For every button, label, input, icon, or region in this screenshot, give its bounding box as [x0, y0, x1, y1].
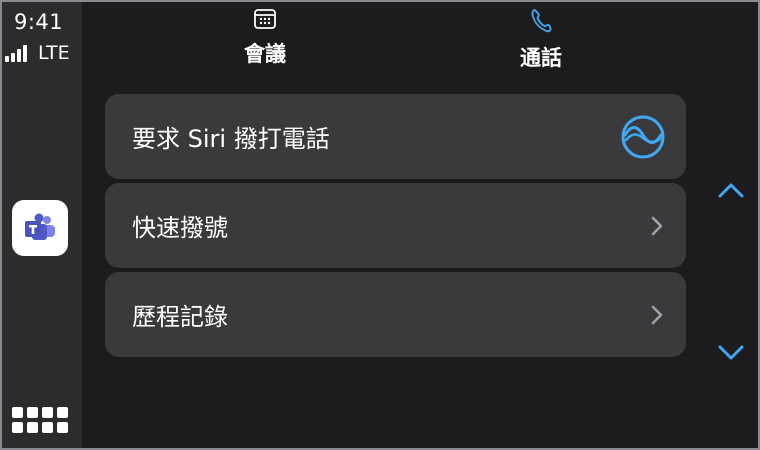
network-type: LTE [38, 42, 70, 64]
phone-icon [531, 9, 552, 33]
list-item-ask-siri[interactable]: 要求 Siri 撥打電話 [105, 94, 686, 179]
tab-calls[interactable]: 通話 [486, 8, 596, 72]
scroll-up-button[interactable] [714, 177, 748, 203]
list-item-label: 快速撥號 [132, 214, 228, 242]
chevron-up-icon [718, 183, 744, 198]
scroll-down-button[interactable] [714, 340, 748, 366]
siri-icon [621, 115, 665, 158]
carplay-screen: 9:41 LTE 會議 通話 要求 Siri 撥打電話 快速撥號 歷程記錄 [0, 0, 760, 450]
teams-icon[interactable] [12, 200, 68, 256]
tab-calls-label: 通話 [520, 46, 562, 70]
calendar-icon [254, 9, 276, 29]
list-item-label: 要求 Siri 撥打電話 [132, 125, 330, 153]
chevron-right-icon [651, 216, 663, 235]
list-item-label: 歷程記錄 [132, 303, 228, 331]
status-time: 9:41 [14, 10, 64, 34]
chevron-down-icon [718, 345, 744, 360]
status-dock: 9:41 LTE [2, 2, 82, 448]
app-grid-icon[interactable] [12, 407, 70, 437]
signal-strength-icon [5, 44, 27, 62]
chevron-right-icon [651, 305, 663, 324]
tab-meetings[interactable]: 會議 [210, 8, 320, 68]
list-item-history[interactable]: 歷程記錄 [105, 272, 686, 357]
tab-meetings-label: 會議 [244, 42, 286, 66]
list-item-speed-dial[interactable]: 快速撥號 [105, 183, 686, 268]
